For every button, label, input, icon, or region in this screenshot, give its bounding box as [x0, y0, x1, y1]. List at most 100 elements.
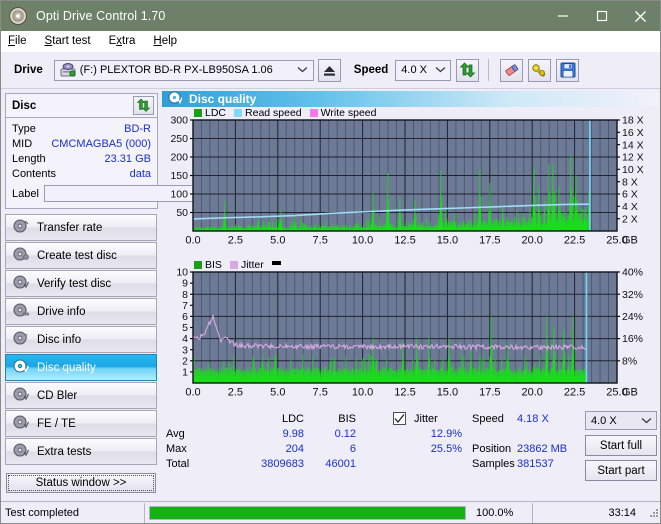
progress-bar [149, 505, 466, 520]
svg-text:GB: GB [622, 387, 638, 399]
content-title: Disc quality [189, 92, 257, 106]
cd-icon [13, 275, 30, 292]
stats-ldc-avg: 9.98 [282, 428, 304, 440]
svg-text:17.5: 17.5 [479, 387, 500, 399]
svg-text:5.0: 5.0 [270, 235, 285, 247]
disc-quality-icon [168, 91, 183, 107]
start-full-button[interactable]: Start full [585, 435, 657, 456]
status-window-button[interactable]: Status window >> [6, 473, 156, 493]
save-button[interactable] [556, 58, 580, 82]
disc-row-value: CMCMAGBA5 (000) [51, 137, 151, 150]
disc-row-type: Type BD-R [12, 121, 151, 136]
close-icon[interactable] [621, 1, 660, 31]
stats-bis-max: 6 [349, 443, 356, 455]
speed-label: Speed [353, 64, 389, 76]
sidebar-item-label: Disc quality [37, 361, 96, 374]
cd-icon [13, 303, 29, 320]
stats-speed-value: 4.18 X [517, 413, 549, 425]
erase-button[interactable] [500, 58, 524, 82]
sidebar-item-create-test-disc[interactable]: Create test disc [5, 242, 157, 269]
app-disc-icon [9, 7, 27, 25]
svg-text:15.0: 15.0 [437, 387, 458, 399]
refresh-button[interactable] [456, 58, 480, 82]
scroll-marker-icon [271, 260, 281, 265]
disc-panel-title: Disc [12, 99, 37, 112]
label-caption: Label [12, 187, 39, 200]
stats-label-speed: Speed [472, 413, 504, 425]
top-chart: LDC Read speed Write speed 50 100 150 200 25… [162, 107, 658, 259]
speed-select[interactable]: 4.0 X [395, 59, 452, 81]
stats-panel: LDC BIS Avg Max Total 9.98 204 3809683 0… [162, 411, 658, 481]
cd-icon [13, 247, 29, 264]
minimize-icon[interactable] [543, 1, 582, 31]
start-part-button[interactable]: Start part [585, 460, 657, 481]
disc-panel-header: Disc [6, 94, 157, 118]
test-speed-value: 4.0 X [591, 414, 617, 427]
svg-text:24%: 24% [622, 311, 643, 323]
sidebar-item-label: Disc info [37, 333, 82, 346]
disc-refresh-button[interactable] [133, 96, 154, 115]
sidebar-item-cd-bler[interactable]: CD Bler [5, 382, 157, 409]
toolbar-divider [488, 59, 490, 81]
svg-text:22.5: 22.5 [564, 235, 585, 247]
svg-text:50: 50 [176, 207, 188, 219]
sidebar-item-disc-quality[interactable]: Disc quality [5, 354, 157, 381]
menu-extra[interactable]: Extra [109, 34, 145, 48]
menu-file[interactable]: File [8, 34, 36, 48]
stats-position-value: 23862 MB [517, 443, 568, 455]
svg-text:12.5: 12.5 [394, 235, 415, 247]
svg-text:GB: GB [622, 235, 638, 247]
svg-text:20.0: 20.0 [521, 387, 542, 399]
title-bar: Opti Drive Control 1.70 [1, 1, 660, 31]
window-controls [543, 1, 660, 31]
sidebar-item-verify-test-disc[interactable]: Verify test disc [5, 270, 157, 297]
cd-icon [13, 387, 30, 404]
stats-label-position: Position [472, 443, 512, 455]
cd-icon [13, 443, 30, 460]
drive-select[interactable]: (F:) PLEXTOR BD-R PX-LB950SA 1.06 [53, 59, 314, 81]
sidebar-item-disc-info[interactable]: Disc info [5, 326, 157, 353]
disc-row-contents: Contents data [12, 166, 151, 181]
stats-label-jitter: Jitter [414, 413, 438, 425]
stats-label-total: Total [166, 458, 190, 470]
svg-text:0.0: 0.0 [185, 387, 200, 399]
resize-grip-icon[interactable] [648, 507, 660, 519]
sidebar-item-fe-te[interactable]: FE / TE [5, 410, 157, 437]
progress-fill [150, 506, 465, 519]
tools-button[interactable] [528, 58, 552, 82]
legend-swatch-write-speed [309, 109, 318, 117]
disc-row-value: data [129, 167, 151, 180]
svg-text:7.5: 7.5 [313, 235, 328, 247]
elapsed-time: 33:14 [608, 506, 636, 519]
svg-text:8 X: 8 X [622, 176, 638, 188]
menu-start-test[interactable]: Start test [45, 34, 100, 48]
content-panel: Disc quality LDC Read speed Write speed … [161, 89, 660, 481]
legend-swatch-jitter [229, 261, 238, 269]
sidebar-item-drive-info[interactable]: Drive info [5, 298, 157, 325]
test-speed-select[interactable]: 4.0 X [585, 411, 657, 430]
disc-row-value: BD-R [124, 122, 151, 135]
jitter-checkbox[interactable] [393, 412, 406, 425]
sidebar-item-transfer-rate[interactable]: Transfer rate [5, 214, 157, 241]
bottom-chart: BIS Jitter 1 2 3 4 5 6 7 8 9 10 8% 16% 24% 32% 40% 0.0 2… [162, 259, 658, 411]
stats-label-max: Max [166, 443, 187, 455]
svg-text:150: 150 [170, 170, 188, 182]
disc-info-rows: Type BD-R MID CMCMAGBA5 (000) Length 23.… [6, 118, 252, 208]
maximize-icon[interactable] [582, 1, 621, 31]
legend-label-bis: BIS [205, 259, 222, 271]
eject-button[interactable] [317, 58, 341, 82]
sidebar-item-label: Extra tests [37, 445, 92, 458]
menu-help[interactable]: Help [153, 34, 186, 48]
cd-icon [13, 415, 30, 432]
sidebar-item-label: Verify test disc [37, 277, 112, 290]
svg-text:12 X: 12 X [622, 152, 644, 164]
svg-text:14 X: 14 X [622, 139, 644, 151]
svg-text:250: 250 [170, 133, 188, 145]
svg-text:22.5: 22.5 [564, 387, 585, 399]
svg-text:3: 3 [182, 344, 188, 356]
eraser-icon [505, 64, 518, 76]
svg-text:40%: 40% [622, 267, 643, 279]
sidebar-item-extra-tests[interactable]: Extra tests [5, 438, 157, 465]
cd-icon [13, 331, 29, 348]
disc-row-mid: MID CMCMAGBA5 (000) [12, 136, 151, 151]
